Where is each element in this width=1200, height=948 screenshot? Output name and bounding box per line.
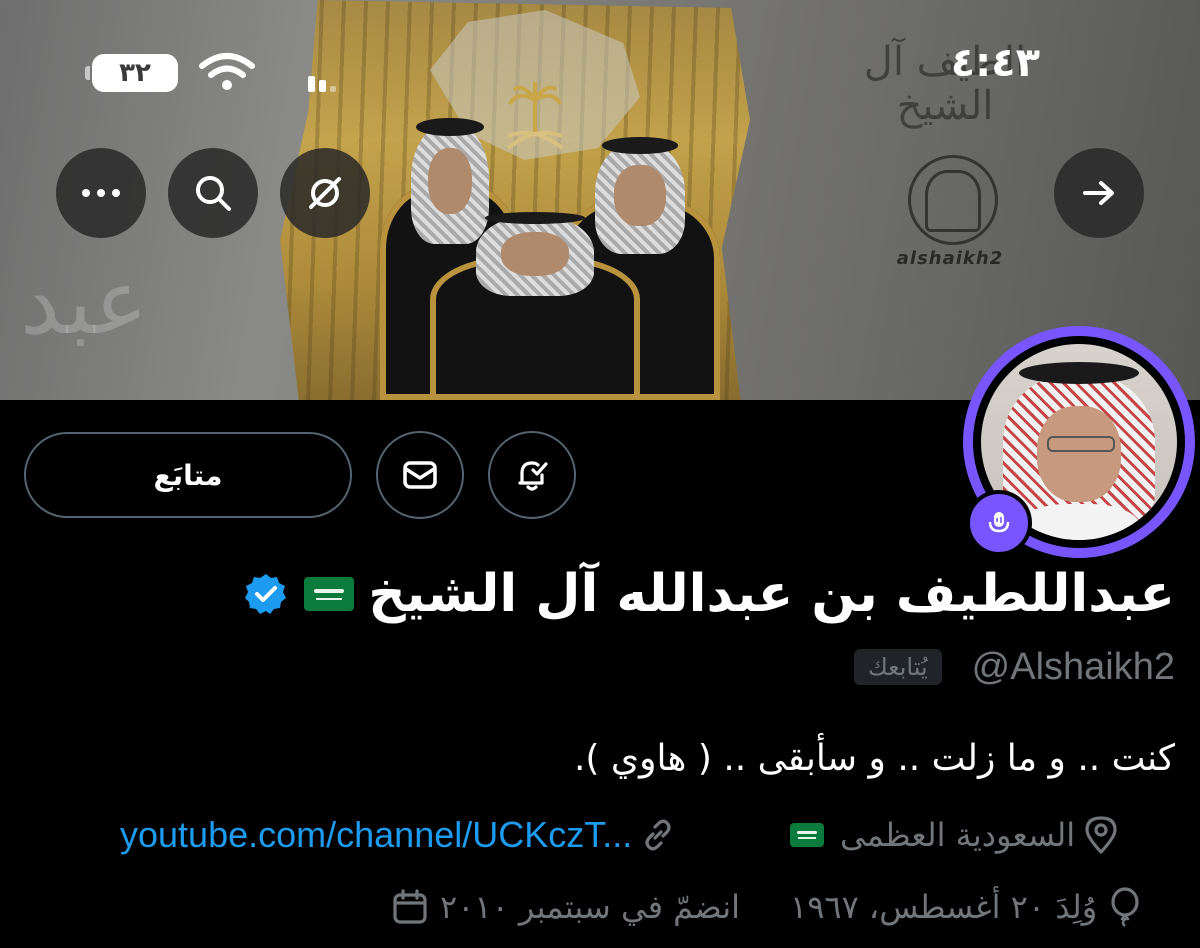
envelope-icon [403,461,437,489]
status-time: ٤:٤٣ [950,40,1040,86]
profile-link[interactable]: youtube.com/channel/UCKczT... [120,814,632,856]
profile-birthday: وُلِدَ ٢٠ أغسطس، ١٩٦٧ [790,888,1098,926]
banner-background-calligraphy: عبد [20,250,149,355]
cellular-signal-icon [308,76,336,92]
more-button[interactable] [56,148,146,238]
profile-location-item: السعودية العظمى [790,810,1119,860]
message-button[interactable] [376,431,464,519]
verified-badge-icon[interactable] [244,572,288,616]
profile-handle: @Alshaikh2 [971,645,1175,688]
banner-seal-logo [908,155,998,245]
banner-figure-center [430,200,640,400]
profile-birthday-item: وُلِدَ ٢٠ أغسطس، ١٩٦٧ [790,882,1141,932]
banner-watermark-handle: alshaikh2 [896,248,1004,269]
balloon-icon [1111,887,1139,927]
handle-row: يُتابعك @Alshaikh2 [700,640,1175,694]
spaces-microphone-icon [988,512,1010,533]
battery-indicator: ٣٢ [85,54,178,92]
grok-button[interactable] [280,148,370,238]
spaces-live-badge[interactable] [966,490,1032,556]
profile-location: السعودية العظمى [840,816,1076,854]
search-icon [196,176,231,211]
search-button[interactable] [168,148,258,238]
bell-check-icon [518,461,548,491]
ellipsis-icon [82,189,120,197]
back-button[interactable] [1054,148,1144,238]
profile-joined-date: انضمّ في سبتمبر ٢٠١٠ [440,888,741,926]
saudi-flag-emoji [304,577,355,611]
wifi-icon [199,53,255,90]
following-button-label: متابَع [153,458,223,492]
following-button[interactable]: متابَع [24,432,352,518]
arrow-right-icon [1083,181,1114,205]
follows-you-badge: يُتابعك [853,649,942,685]
location-pin-icon [1085,816,1117,854]
profile-joined-item: انضمّ في سبتمبر ٢٠١٠ [392,882,740,932]
battery-level: ٣٢ [119,58,151,88]
notifications-button[interactable] [488,431,576,519]
calendar-icon [393,889,427,924]
saudi-flag-emoji-small [790,823,824,847]
grok-icon [309,177,341,209]
display-name: عبداللطيف بن عبدالله آل الشيخ [368,564,1175,624]
link-icon [645,819,671,851]
profile-name-row: عبداللطيف بن عبدالله آل الشيخ [170,556,1175,632]
profile-link-item[interactable]: youtube.com/channel/UCKczT... [120,810,676,860]
profile-bio: كنت .. و ما زلت .. و سأبقى .. ( هاوي ). [573,738,1175,779]
